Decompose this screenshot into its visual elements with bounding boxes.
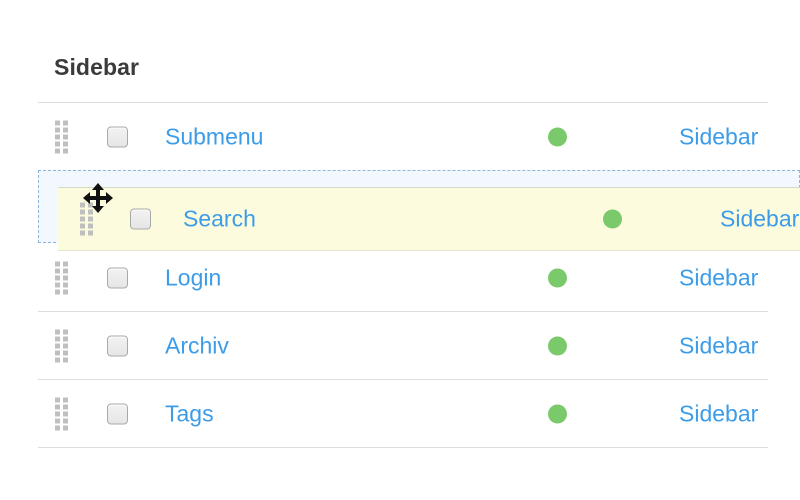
status-cell [603, 209, 622, 229]
row-checkbox[interactable] [130, 208, 151, 230]
row-checkbox[interactable] [107, 126, 128, 147]
drag-handle-icon[interactable] [80, 202, 93, 236]
drag-handle-icon[interactable] [55, 120, 68, 153]
table-row[interactable]: Tags Sidebar [38, 380, 768, 448]
drag-handle-icon[interactable] [55, 397, 68, 430]
sortable-list-page: Sidebar Submenu Sidebar Login Sidebar Ar… [0, 0, 800, 500]
table-row[interactable]: Login Sidebar [38, 244, 768, 312]
drag-handle-cell[interactable] [55, 261, 68, 294]
status-cell [548, 127, 567, 146]
row-region-link[interactable]: Sidebar [679, 332, 758, 359]
table-row[interactable]: Submenu Sidebar [38, 103, 768, 171]
row-region-link[interactable]: Sidebar [679, 123, 758, 150]
drag-handle-icon[interactable] [55, 261, 68, 294]
status-cell [548, 268, 567, 287]
status-badge [603, 209, 622, 229]
sortable-table: Submenu Sidebar Login Sidebar Archiv Sid… [38, 102, 768, 448]
drag-handle-cell[interactable] [55, 397, 68, 430]
row-select-cell[interactable] [107, 403, 128, 424]
row-select-cell[interactable] [107, 335, 128, 356]
table-row[interactable]: Archiv Sidebar [38, 312, 768, 380]
row-name-link[interactable]: Search [183, 206, 256, 233]
row-region-link[interactable]: Sidebar [720, 206, 799, 233]
row-checkbox[interactable] [107, 335, 128, 356]
status-cell [548, 336, 567, 355]
drag-handle-icon[interactable] [55, 329, 68, 362]
row-checkbox[interactable] [107, 267, 128, 288]
row-region-link[interactable]: Sidebar [679, 400, 758, 427]
row-select-cell[interactable] [107, 126, 128, 147]
status-badge [548, 336, 567, 355]
drag-handle-cell[interactable] [55, 329, 68, 362]
row-select-cell[interactable] [107, 267, 128, 288]
row-region-link[interactable]: Sidebar [679, 264, 758, 291]
row-name-link[interactable]: Submenu [165, 123, 263, 150]
row-name-link[interactable]: Tags [165, 400, 214, 427]
row-checkbox[interactable] [107, 403, 128, 424]
dragged-row[interactable]: Search Sidebar [58, 187, 800, 251]
row-name-link[interactable]: Archiv [165, 332, 229, 359]
status-badge [548, 268, 567, 287]
drag-handle-cell[interactable] [55, 120, 68, 153]
row-select-cell[interactable] [130, 208, 151, 230]
status-cell [548, 404, 567, 423]
page-title: Sidebar [54, 54, 140, 80]
status-badge [548, 404, 567, 423]
drag-handle-cell[interactable] [80, 202, 93, 236]
status-badge [548, 127, 567, 146]
row-name-link[interactable]: Login [165, 264, 221, 291]
